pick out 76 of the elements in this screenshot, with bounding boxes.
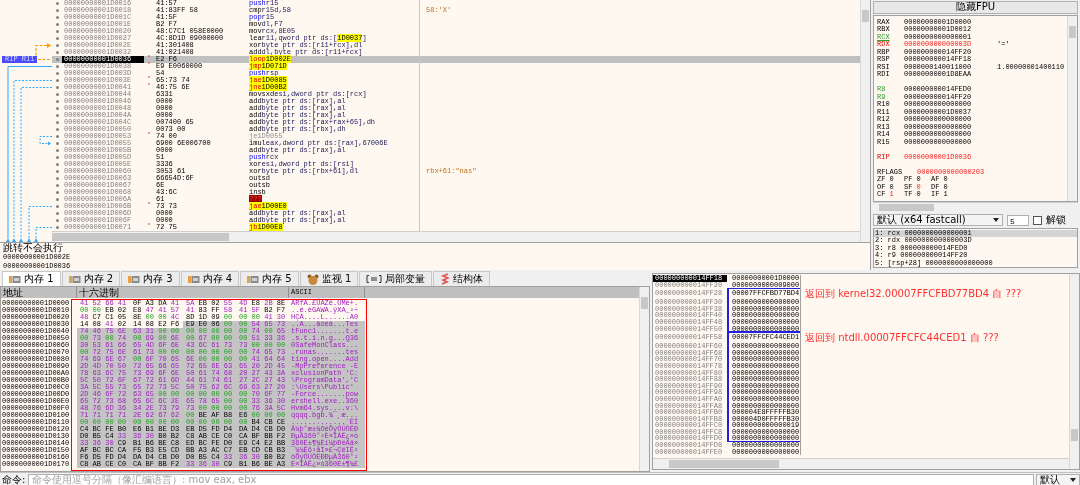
horizontal-scrollbar[interactable]	[873, 201, 1078, 213]
breakpoint-dot[interactable]	[55, 219, 59, 222]
caret-icon	[993, 218, 999, 222]
breakpoint-dot[interactable]	[55, 65, 59, 68]
tab[interactable]: 内存 3	[121, 271, 180, 286]
comment-text: 返回到 ntdll.00007FFCFC44CED1 自 ???	[805, 332, 999, 344]
breakpoint-dot[interactable]	[55, 107, 59, 110]
breakpoint-dot[interactable]	[55, 135, 59, 138]
horizontal-scrollbar[interactable]	[653, 458, 1069, 469]
branch-arrow: ˅	[147, 133, 151, 140]
breakpoint-dot[interactable]	[55, 23, 59, 26]
bear-head-icon	[306, 273, 319, 285]
breakpoint-dot[interactable]	[55, 121, 59, 124]
breakpoint-dot[interactable]	[55, 114, 59, 117]
breakpoint-dot[interactable]	[55, 16, 59, 19]
brackets-icon	[366, 275, 383, 283]
column-header[interactable]: 十六进制	[77, 287, 289, 298]
breakpoint-dot[interactable]	[55, 212, 59, 215]
tab[interactable]: 监视 1	[299, 271, 359, 286]
command-label: 命令:	[2, 472, 26, 485]
memory-chip-icon	[9, 274, 21, 284]
vertical-scrollbar[interactable]	[1069, 274, 1079, 469]
breakpoint-dot[interactable]	[55, 170, 59, 173]
argument-count-spinbox[interactable]: 5	[1007, 214, 1029, 226]
breakpoint-dot[interactable]	[55, 58, 59, 61]
breakpoint-dot[interactable]	[55, 184, 59, 187]
breakpoint-dot[interactable]	[55, 9, 59, 12]
vertical-scrollbar[interactable]	[1067, 15, 1077, 201]
calling-convention-dropdown[interactable]: 默认 (x64 fastcall)	[873, 214, 1003, 226]
info-text: 跳转不会执行	[3, 243, 64, 253]
breakpoint-dot[interactable]	[55, 128, 59, 131]
breakpoint-dot[interactable]	[55, 198, 59, 201]
tab[interactable]: 内存 2	[61, 271, 121, 286]
breakpoint-dot[interactable]	[55, 205, 59, 208]
breakpoint-dot[interactable]	[55, 191, 59, 194]
unlock-label: 解锁	[1046, 213, 1066, 227]
breakpoint-dot[interactable]	[55, 149, 59, 152]
breakpoint-dot[interactable]	[55, 226, 59, 229]
memory-chip-icon	[187, 274, 200, 284]
tab[interactable]: 内存 5	[240, 271, 299, 286]
breakpoint-dot[interactable]	[55, 156, 59, 159]
comment-text: 返回到 kernel32.00007FFCFBD77BD4 自 ???	[805, 288, 1022, 300]
breakpoint-dot[interactable]	[55, 163, 59, 166]
tab[interactable]: 内存 4	[180, 271, 240, 286]
breakpoint-dot[interactable]	[55, 79, 59, 82]
branch-arrow: ˅	[147, 84, 151, 91]
unlock-checkbox[interactable]	[1033, 215, 1042, 225]
breakpoint-dot[interactable]	[55, 177, 59, 180]
tab[interactable]: 结构体	[433, 271, 491, 286]
memory-chip-icon	[68, 274, 81, 284]
caret-icon	[1070, 477, 1076, 482]
tab[interactable]: 内存 1	[2, 271, 61, 286]
horizontal-scrollbar[interactable]	[52, 231, 860, 242]
mode-dropdown[interactable]: 默认	[1036, 473, 1080, 485]
breakpoint-dot[interactable]	[55, 72, 59, 75]
branch-arrow: ˅	[147, 224, 151, 231]
breakpoint-dot[interactable]	[55, 2, 59, 5]
command-input[interactable]: 命令使用逗号分隔（像汇编语言）: mov eax, ebx	[28, 473, 1034, 485]
vertical-scrollbar[interactable]	[860, 0, 870, 242]
breakpoint-dot[interactable]	[55, 142, 59, 145]
breakpoint-dot[interactable]	[55, 37, 59, 40]
breakpoint-dot[interactable]	[55, 86, 59, 89]
breakpoint-dot[interactable]	[55, 93, 59, 96]
vertical-scrollbar[interactable]	[639, 287, 649, 471]
breakpoint-dot[interactable]	[55, 30, 59, 33]
column-header[interactable]: 地址	[1, 287, 77, 298]
breakpoint-dot[interactable]	[55, 44, 59, 47]
memory-chip-icon	[128, 274, 141, 284]
breakpoint-dot[interactable]	[55, 100, 59, 103]
memory-chip-icon	[247, 274, 260, 284]
squiggle-icon	[440, 273, 451, 285]
breakpoint-dot[interactable]	[55, 51, 59, 54]
tab[interactable]: 局部变量	[359, 271, 433, 286]
branch-arrow: ˅	[147, 203, 151, 210]
hide-fpu-button[interactable]: 隐藏FPU	[873, 1, 1078, 14]
branch-arrow: ˅	[147, 63, 151, 70]
